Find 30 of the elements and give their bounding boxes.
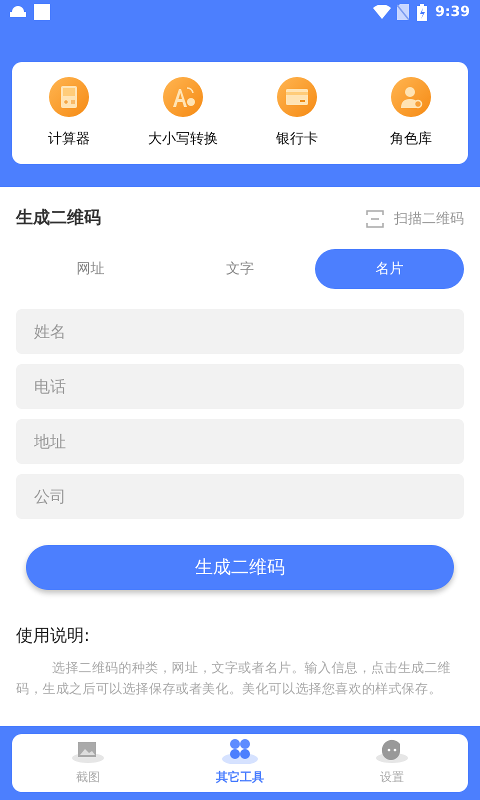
input-field[interactable]: 公司 <box>16 474 464 519</box>
usage-title: 使用说明: <box>16 625 91 648</box>
letters-icon[interactable] <box>163 76 203 116</box>
scan-link[interactable]: 扫描二维码 <box>394 208 464 230</box>
tab[interactable]: 网址 <box>16 249 166 289</box>
generate-button[interactable]: 生成二维码 <box>26 545 454 590</box>
tool-label[interactable]: 计算器 <box>48 128 90 150</box>
calculator-icon[interactable] <box>49 76 89 116</box>
nav-tab[interactable]: 截图 <box>12 734 164 792</box>
tool-label[interactable]: 大小写转换 <box>148 128 218 150</box>
input-field[interactable]: 姓名 <box>16 309 464 354</box>
scan-icon[interactable] <box>366 210 384 228</box>
battery-charging-icon <box>417 4 428 20</box>
four-petal-icon <box>220 736 260 764</box>
nav-tab[interactable]: 其它工具 <box>164 734 316 792</box>
tab[interactable]: 名片 <box>314 249 464 289</box>
no-sim-icon <box>397 4 410 20</box>
input-field[interactable]: 地址 <box>16 419 464 464</box>
usage-text: 选择二维码的种类，网址，文字或者名片。输入信息，点击生成二维码，生成之后可以选择保存或者美化。美化可以选择您喜欢的样式保存。 <box>16 660 452 698</box>
card-icon[interactable] <box>277 76 317 116</box>
tool-label[interactable]: 角色库 <box>390 128 432 150</box>
status-time: 9:39 <box>435 2 470 22</box>
tool-label[interactable]: 银行卡 <box>276 128 318 150</box>
square-icon <box>34 4 50 20</box>
user-gear-icon[interactable] <box>391 76 431 116</box>
wifi-icon <box>373 5 392 19</box>
tab[interactable]: 文字 <box>165 249 315 289</box>
nav-tab[interactable]: 设置 <box>316 734 468 792</box>
section-title: 生成二维码 <box>16 207 101 230</box>
input-field[interactable]: 电话 <box>16 364 464 409</box>
